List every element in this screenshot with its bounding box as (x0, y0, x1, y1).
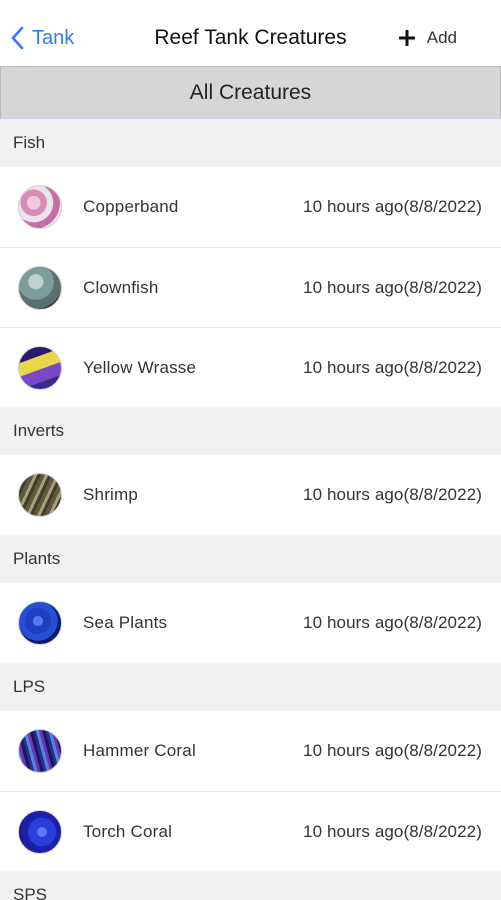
creature-timestamp: 10 hours ago(8/8/2022) (303, 613, 482, 632)
creature-name: Clownfish (83, 277, 159, 297)
creature-name: Copperband (83, 197, 179, 216)
section-header-inverts: Inverts (0, 407, 501, 455)
back-button-label: Tank (32, 26, 75, 49)
list-item[interactable]: Copperband 10 hours ago(8/8/2022) (0, 167, 501, 247)
list-item[interactable]: Torch Coral 10 hours ago(8/8/2022) (0, 791, 501, 871)
creature-thumbnail (18, 473, 62, 517)
list-item[interactable]: Sea Plants 10 hours ago(8/8/2022) (0, 583, 501, 663)
creature-thumbnail (18, 345, 62, 390)
segment-label: All Creatures (189, 80, 312, 104)
creature-name: Torch Coral (83, 821, 173, 841)
creature-thumbnail (18, 729, 62, 773)
plus-icon (398, 30, 415, 46)
all-creatures-segment[interactable]: All Creatures (0, 66, 501, 119)
creature-timestamp: 10 hours ago(8/8/2022) (303, 741, 482, 760)
creature-thumbnail (18, 601, 62, 645)
chevron-left-icon (10, 26, 24, 50)
back-button[interactable]: Tank (10, 24, 74, 52)
creature-timestamp: 10 hours ago(8/8/2022) (303, 197, 482, 216)
navigation-bar: Tank Reef Tank Creatures Add (0, 0, 501, 66)
creature-thumbnail (18, 809, 62, 854)
section-header-lps: LPS (0, 663, 501, 711)
creature-timestamp: 10 hours ago(8/8/2022) (303, 822, 482, 841)
creature-name: Shrimp (83, 485, 139, 504)
list-item[interactable]: Shrimp 10 hours ago(8/8/2022) (0, 455, 501, 535)
creature-thumbnail (18, 185, 62, 229)
section-header-fish: Fish (0, 119, 501, 167)
creature-thumbnail (18, 265, 62, 310)
list-item[interactable]: Hammer Coral 10 hours ago(8/8/2022) (0, 711, 501, 791)
creature-timestamp: 10 hours ago(8/8/2022) (303, 358, 482, 377)
list-item[interactable]: Yellow Wrasse 10 hours ago(8/8/2022) (0, 327, 501, 407)
section-header-plants: Plants (0, 535, 501, 583)
creature-timestamp: 10 hours ago(8/8/2022) (303, 485, 482, 504)
add-button-label: Add (426, 28, 457, 47)
creature-name: Sea Plants (83, 613, 168, 632)
section-header-sps: SPS (0, 871, 501, 900)
add-button[interactable]: Add (398, 26, 457, 50)
creature-list: Fish Copperband 10 hours ago(8/8/2022) C… (0, 119, 501, 900)
creature-name: Yellow Wrasse (83, 357, 197, 377)
creature-timestamp: 10 hours ago(8/8/2022) (303, 278, 482, 297)
creature-name: Hammer Coral (83, 741, 196, 760)
list-item[interactable]: Clownfish 10 hours ago(8/8/2022) (0, 247, 501, 327)
